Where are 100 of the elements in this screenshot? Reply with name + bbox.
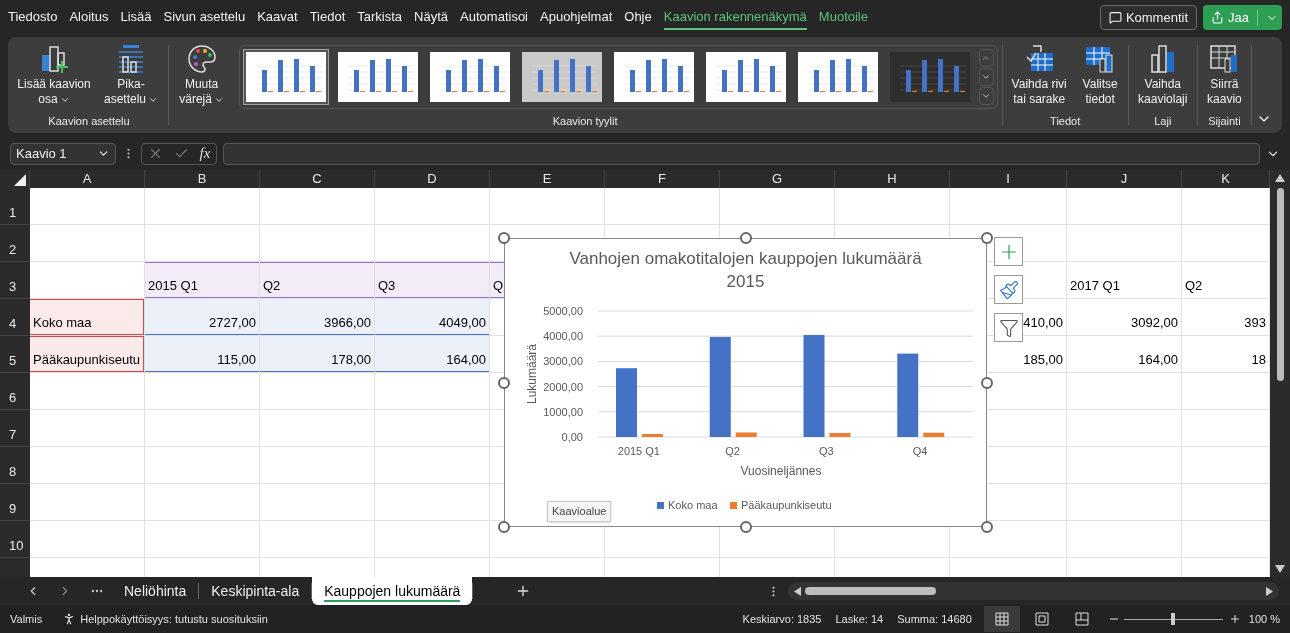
comment-icon <box>1108 11 1122 24</box>
zoom-slider[interactable] <box>1123 613 1223 625</box>
insert-function-button[interactable]: fx <box>199 142 211 165</box>
tooltip: Kaavioalue <box>547 501 612 522</box>
ribbon-button[interactable]: Vaihda rivi tai sarake <box>1006 43 1073 107</box>
view-button[interactable] <box>983 606 1020 632</box>
menu-tab[interactable]: Apuohjelmat <box>540 4 613 31</box>
row-header[interactable]: 5 <box>0 336 30 373</box>
table-cell: 178,00 <box>260 336 375 373</box>
status-text: Valmis <box>10 611 43 627</box>
table-cell: 3966,00 <box>260 299 375 336</box>
y-axis-title: Lukumäärä <box>525 344 539 404</box>
table-cell: Koko maa <box>30 299 145 336</box>
page-break-icon <box>1074 612 1089 626</box>
row-header[interactable]: 6 <box>0 373 30 410</box>
bar[interactable] <box>897 353 919 437</box>
x-axis-label: Q2 <box>725 445 740 457</box>
table-cell: Q2 <box>260 262 375 299</box>
chevron-up-icon <box>981 53 992 63</box>
filter-button[interactable] <box>994 313 1023 342</box>
menu-tab[interactable]: Tiedosto <box>8 4 58 31</box>
menu-tab[interactable]: Ohje <box>624 4 652 31</box>
sheet-tab[interactable]: Kauppojen lukumäärä <box>312 577 473 605</box>
y-axis-tick-label: 0,00 <box>561 431 583 443</box>
status-count: Laske: 14 <box>835 611 884 627</box>
status-sum: Summa: 14680 <box>897 611 972 627</box>
row-header[interactable]: 2 <box>0 225 30 262</box>
x-axis-title: Vuosineljännes <box>740 464 822 478</box>
menu-tab[interactable]: Lisää <box>120 4 152 31</box>
row-header[interactable]: 3 <box>0 262 30 299</box>
chevron-down-icon <box>981 72 992 82</box>
menu-tab[interactable]: Tarkista <box>357 4 403 31</box>
name-box[interactable]: Kaavio 1 <box>10 142 116 165</box>
table-cell: 3092,00 <box>1067 299 1182 336</box>
row-header[interactable]: 7 <box>0 410 30 447</box>
select-all-icon[interactable] <box>14 174 26 186</box>
table-cell: 115,00 <box>145 336 260 373</box>
table-cell: 2017 Q1 <box>1067 262 1182 299</box>
share-icon <box>1211 11 1225 24</box>
menu-tab[interactable]: Automatisoi <box>460 4 528 31</box>
row-header[interactable]: 10 <box>0 521 30 558</box>
ribbon-button[interactable]: Muuta värejä <box>172 43 231 107</box>
scroll-up-icon[interactable] <box>1275 174 1285 182</box>
ribbon-button[interactable]: Valitse tiedot <box>1076 43 1125 107</box>
menu-tab[interactable]: Aloitus <box>69 4 109 31</box>
ribbon-button[interactable]: Vaihda kaaviolaji <box>1132 43 1193 107</box>
plus-button[interactable] <box>994 237 1023 266</box>
zoom-level: 100 % <box>1248 611 1280 627</box>
sheet-tab[interactable]: Keskipinta-ala <box>199 577 312 605</box>
horizontal-scrollbar[interactable] <box>788 582 1280 600</box>
scroll-down-icon[interactable] <box>1275 565 1285 573</box>
x-axis-label: Q4 <box>912 445 928 457</box>
scrollbar-thumb[interactable] <box>1276 188 1284 381</box>
menu-tab[interactable]: Sivun asettelu <box>163 4 246 31</box>
filter-icon <box>998 317 1019 338</box>
slider-thumb[interactable] <box>1171 613 1176 625</box>
row-header[interactable]: 4 <box>0 299 30 336</box>
table-cell: 2015 Q1 <box>145 262 260 299</box>
row-header[interactable]: 8 <box>0 447 30 484</box>
menu-tab[interactable]: Muotoile <box>818 4 868 31</box>
bar[interactable] <box>709 336 731 437</box>
menu-tab[interactable]: Tiedot <box>309 4 346 31</box>
brush-button[interactable] <box>994 275 1023 304</box>
comments-button[interactable]: Kommentit <box>1099 5 1198 30</box>
sheet-tab[interactable]: Neliöhinta <box>112 577 199 605</box>
bar[interactable] <box>829 432 851 437</box>
table-cell: 4049,00 <box>375 299 490 336</box>
table-cell: 164,00 <box>1067 336 1182 373</box>
zoom-in-icon[interactable] <box>1228 613 1241 625</box>
scroll-right-icon[interactable] <box>1266 586 1274 596</box>
ribbon-button[interactable]: Pika-asettelu <box>98 43 164 107</box>
menu-tab[interactable]: Kaavat <box>257 4 298 31</box>
row-header[interactable]: 9 <box>0 484 30 521</box>
menu-tab[interactable]: Näytä <box>414 4 449 31</box>
row-header[interactable]: 1 <box>0 188 30 225</box>
accessibility-button[interactable]: Helppokäyttöisyys: tutustu suosituksiin <box>62 610 268 628</box>
ribbon-button[interactable]: Lisää kaavion osa <box>14 43 94 107</box>
y-axis-tick-label: 5000,00 <box>543 305 583 317</box>
formula-input[interactable] <box>223 142 1260 165</box>
chart-style-option[interactable] <box>242 49 329 105</box>
legend-label: Koko maa <box>668 499 718 511</box>
table-cell: Q3 <box>375 262 490 299</box>
group-label: Tiedot <box>1049 114 1082 129</box>
menu-tab[interactable]: Kaavion rakennenäkymä <box>663 4 807 31</box>
scroll-left-icon[interactable] <box>794 586 802 596</box>
ribbon-button[interactable]: Siirrä kaavio <box>1201 43 1248 107</box>
group-label: Sijainti <box>1207 114 1242 129</box>
vertical-scrollbar[interactable] <box>1270 170 1290 577</box>
legend-label: Pääkaupunkiseutu <box>741 499 832 511</box>
table-cell: Pääkaupunkiseutu <box>30 336 145 373</box>
scrollbar-thumb[interactable] <box>805 587 937 595</box>
group-label: Laji <box>1153 114 1173 129</box>
y-axis-tick-label: 4000,00 <box>543 330 583 343</box>
chevron-down-icon <box>981 91 992 101</box>
grid-icon <box>994 612 1009 626</box>
brush-icon <box>998 279 1019 300</box>
y-axis-tick-label: 2000,00 <box>543 380 583 393</box>
status-average: Keskiarvo: 1835 <box>742 611 822 627</box>
page-icon <box>1034 612 1049 626</box>
group-label: Kaavion tyylit <box>551 114 619 129</box>
